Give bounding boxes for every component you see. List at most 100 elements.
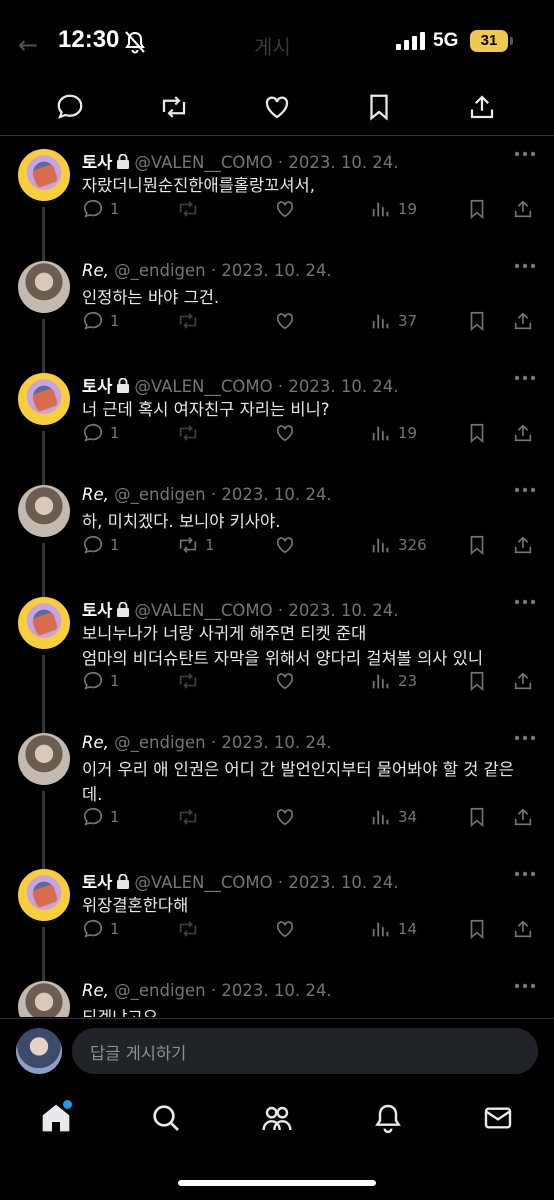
avatar[interactable]	[16, 1028, 62, 1074]
like-button[interactable]	[274, 197, 296, 221]
repost-button[interactable]	[177, 669, 205, 693]
more-options-icon[interactable]	[514, 151, 536, 157]
reply-button[interactable]: 1	[82, 805, 120, 829]
share-icon[interactable]	[467, 92, 497, 122]
views-button[interactable]: 34	[370, 805, 417, 829]
like-button[interactable]	[274, 309, 296, 333]
post-date: 2023. 10. 24.	[288, 873, 399, 892]
views-button[interactable]: 326	[370, 533, 427, 557]
author-name[interactable]: 토사	[82, 601, 112, 620]
back-arrow-icon[interactable]: ←	[18, 31, 38, 59]
repost-button[interactable]	[177, 309, 205, 333]
avatar[interactable]	[18, 869, 70, 921]
thread-post[interactable]: Re, @_endigen · 2023. 10. 24. 하, 미치겠다. 보니…	[0, 473, 554, 597]
like-button[interactable]	[274, 805, 296, 829]
thread-post[interactable]: Re, @_endigen · 2023. 10. 24. 인정하는 바야 그건.…	[0, 249, 554, 373]
messages-icon[interactable]	[482, 1102, 514, 1134]
views-button[interactable]: 19	[370, 421, 417, 445]
clock: 12:30	[58, 26, 120, 53]
repost-button[interactable]	[177, 197, 205, 221]
share-button[interactable]	[512, 421, 534, 445]
bookmark-button[interactable]	[466, 917, 488, 941]
views-button[interactable]: 37	[370, 309, 417, 333]
repost-button[interactable]	[177, 421, 205, 445]
share-button[interactable]	[512, 917, 534, 941]
reply-button[interactable]: 1	[82, 197, 120, 221]
views-button[interactable]: 14	[370, 917, 417, 941]
share-button[interactable]	[512, 197, 534, 221]
more-options-icon[interactable]	[514, 871, 536, 877]
share-button[interactable]	[512, 309, 534, 333]
author-handle[interactable]: @VALEN__COMO	[134, 153, 272, 172]
post-header: 토사 @VALEN__COMO · 2023. 10. 24.	[82, 149, 399, 173]
views-button[interactable]: 19	[370, 197, 417, 221]
author-handle[interactable]: @VALEN__COMO	[134, 873, 272, 892]
avatar[interactable]	[18, 485, 70, 537]
reply-button[interactable]: 1	[82, 533, 120, 557]
bookmark-button[interactable]	[466, 805, 488, 829]
author-handle[interactable]: @VALEN__COMO	[134, 377, 272, 396]
like-icon[interactable]	[262, 92, 292, 122]
thread-post[interactable]: Re, @_endigen · 2023. 10. 24. 되겠냐고요	[0, 969, 554, 1017]
reply-button[interactable]: 1	[82, 309, 120, 333]
thread-post[interactable]: 토사 @VALEN__COMO · 2023. 10. 24. 너 근데 혹시 여자…	[0, 361, 554, 485]
reply-input[interactable]: 답글 게시하기	[72, 1028, 538, 1074]
share-button[interactable]	[512, 533, 534, 557]
avatar[interactable]	[18, 733, 70, 785]
author-handle[interactable]: @_endigen	[114, 733, 206, 752]
like-button[interactable]	[274, 533, 296, 557]
more-options-icon[interactable]	[514, 263, 536, 269]
battery-tip	[510, 37, 513, 45]
thread-post[interactable]: Re, @_endigen · 2023. 10. 24. 이거 우리 애 인권은…	[0, 721, 554, 869]
author-handle[interactable]: @VALEN__COMO	[134, 601, 272, 620]
search-icon[interactable]	[150, 1102, 182, 1134]
reply-button[interactable]: 1	[82, 421, 120, 445]
author-name[interactable]: 토사	[82, 377, 112, 396]
more-options-icon[interactable]	[514, 375, 536, 381]
avatar[interactable]	[18, 261, 70, 313]
more-options-icon[interactable]	[514, 487, 536, 493]
thread-post[interactable]: 토사 @VALEN__COMO · 2023. 10. 24. 보니누나가 너랑 사…	[0, 585, 554, 733]
post-text: 하, 미치겠다. 보니야 키사야.	[82, 512, 281, 531]
share-button[interactable]	[512, 669, 534, 693]
communities-icon[interactable]	[261, 1102, 293, 1134]
separator: ·	[272, 153, 289, 172]
repost-button[interactable]	[177, 805, 205, 829]
bookmark-button[interactable]	[466, 197, 488, 221]
author-handle[interactable]: @_endigen	[114, 485, 206, 504]
bookmark-button[interactable]	[466, 421, 488, 445]
author-handle[interactable]: @_endigen	[114, 261, 206, 280]
avatar[interactable]	[18, 373, 70, 425]
like-button[interactable]	[274, 917, 296, 941]
author-name[interactable]: Re,	[82, 261, 109, 280]
thread-post[interactable]: 토사 @VALEN__COMO · 2023. 10. 24. 위장결혼한다해 1 14	[0, 857, 554, 981]
author-name[interactable]: Re,	[82, 733, 109, 752]
bookmark-button[interactable]	[466, 309, 488, 333]
avatar[interactable]	[18, 597, 70, 649]
notifications-icon[interactable]	[372, 1102, 404, 1134]
reply-button[interactable]: 1	[82, 917, 120, 941]
repost-button[interactable]: 1	[177, 533, 215, 557]
share-button[interactable]	[512, 805, 534, 829]
like-button[interactable]	[274, 421, 296, 445]
more-options-icon[interactable]	[514, 599, 536, 605]
repost-icon[interactable]	[159, 92, 189, 122]
bookmark-icon[interactable]	[364, 92, 394, 122]
avatar[interactable]	[18, 981, 70, 1017]
bookmark-button[interactable]	[466, 533, 488, 557]
bookmark-button[interactable]	[466, 669, 488, 693]
thread-post[interactable]: 토사 @VALEN__COMO · 2023. 10. 24. 자랐더니뭔순진한애를…	[0, 137, 554, 261]
more-options-icon[interactable]	[514, 735, 536, 741]
reply-button[interactable]: 1	[82, 669, 120, 693]
author-name[interactable]: Re,	[82, 981, 109, 1000]
like-button[interactable]	[274, 669, 296, 693]
views-button[interactable]: 23	[370, 669, 417, 693]
author-name[interactable]: 토사	[82, 153, 112, 172]
author-name[interactable]: Re,	[82, 485, 109, 504]
repost-button[interactable]	[177, 917, 205, 941]
author-name[interactable]: 토사	[82, 873, 112, 892]
avatar[interactable]	[18, 149, 70, 201]
reply-icon[interactable]	[55, 92, 85, 122]
more-options-icon[interactable]	[514, 983, 536, 989]
author-handle[interactable]: @_endigen	[114, 981, 206, 1000]
